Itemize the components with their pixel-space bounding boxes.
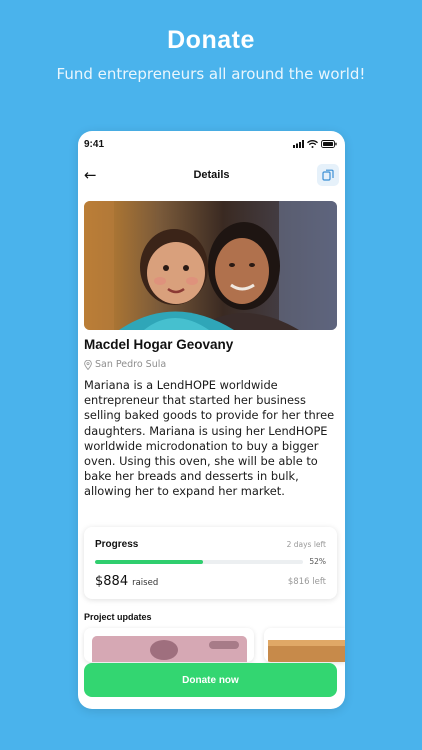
wifi-icon (307, 140, 318, 148)
raised-label: raised (132, 578, 159, 588)
raised-amount: $884 (95, 574, 129, 589)
promo-title: Donate (167, 26, 255, 54)
project-photo-image (84, 201, 337, 330)
updates-title: Project updates (84, 612, 152, 622)
progress-percent: 52% (309, 557, 326, 566)
page-title: Details (193, 169, 230, 181)
arrow-left-icon[interactable]: ← (84, 167, 106, 183)
status-icons (293, 140, 337, 148)
update-card[interactable] (84, 628, 254, 662)
status-bar: 9:41 (84, 137, 337, 151)
copy-button[interactable] (316, 164, 339, 186)
status-time: 9:41 (84, 138, 105, 150)
project-photo (84, 201, 337, 330)
progress-card: Progress 2 days left 52% $884 raised $81… (84, 527, 337, 599)
battery-icon (321, 140, 337, 148)
raised-group: $884 raised (95, 574, 158, 589)
progress-label: Progress (95, 539, 139, 550)
progress-bar-fill (95, 560, 204, 564)
donate-button[interactable]: Donate now (84, 663, 337, 697)
signal-icon (293, 140, 304, 148)
project-description: Mariana is a LendHOPE worldwide entrepre… (84, 378, 335, 499)
progress-bar (95, 560, 303, 564)
project-title: Macdel Hogar Geovany (84, 337, 234, 352)
location-pin-icon (84, 359, 92, 370)
promo-subtitle: Fund entrepreneurs all around the world! (56, 65, 366, 83)
time-left: 2 days left (286, 540, 326, 549)
update-image (92, 636, 247, 662)
project-location: San Pedro Sula (84, 359, 166, 370)
amount-left: $816 left (287, 577, 326, 587)
top-nav: ← Details (84, 163, 339, 187)
copy-icon (322, 169, 334, 181)
location-text: San Pedro Sula (95, 359, 167, 370)
update-image (268, 640, 345, 662)
update-card[interactable] (264, 628, 345, 662)
phone-screen: 9:41 ← Details Macdel Hogar Geovany San … (78, 131, 345, 709)
